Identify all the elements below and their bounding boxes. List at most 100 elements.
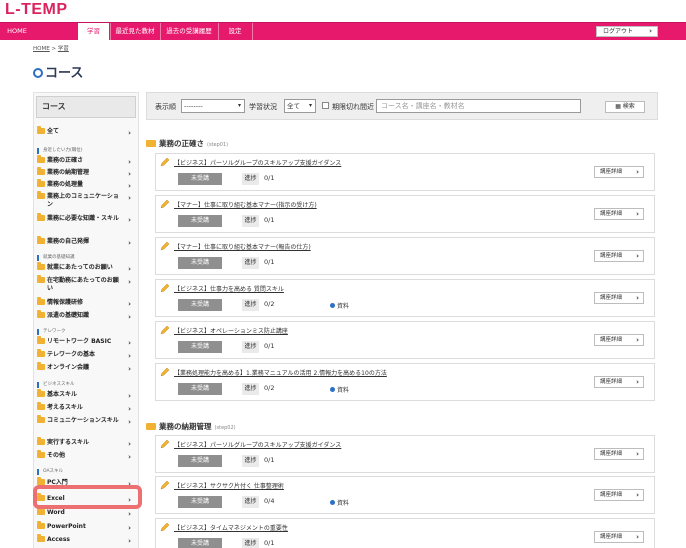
chevron-right-icon: › (128, 170, 131, 178)
material-link[interactable]: 資料 (330, 301, 349, 310)
status-label: 学習状況 (249, 103, 277, 111)
course-title-link[interactable]: 【マナー】仕事に取り組む基本マナー(指示の受け方) (174, 200, 317, 209)
folder-icon (37, 507, 45, 515)
sidebar-item[interactable]: 実行するスキル › (37, 437, 137, 448)
sidebar-item[interactable]: 在宅勤務にあたってのお願い › (37, 275, 137, 293)
chevron-right-icon: › (128, 129, 131, 137)
sidebar-item[interactable]: コミュニケーションスキル › (37, 415, 137, 426)
sidebar-item[interactable]: Access › (37, 534, 137, 545)
sidebar-item[interactable]: 情報保護研修 › (37, 297, 137, 308)
sidebar-item[interactable]: 業務の納期管理 › (37, 167, 137, 178)
course-row: 【ビジネス】サクサク片付く 仕事整理術 未受講 進捗 0/4 資料 講座詳細 › (155, 476, 655, 514)
chevron-right-icon: › (128, 418, 131, 426)
search-input[interactable]: コース名・講座名・教材名 (376, 99, 581, 113)
folder-icon (37, 521, 45, 529)
pencil-icon (160, 367, 170, 377)
sidebar-item-label: 実行するスキル (47, 439, 90, 446)
progress-value: 0/1 (264, 216, 275, 224)
status-badge: 未受講 (178, 496, 222, 508)
material-label: 資料 (337, 500, 350, 507)
folder-icon (37, 275, 45, 283)
course-title-link[interactable]: 【マナー】仕事に取り組む基本マナー(報告の仕方) (174, 242, 311, 251)
sidebar-item[interactable]: 業務に必要な知識・スキル › (37, 213, 137, 224)
chevron-right-icon: › (636, 294, 639, 302)
chevron-right-icon: › (128, 278, 131, 286)
sidebar-item-all[interactable]: 全て › (37, 126, 137, 137)
breadcrumb-home[interactable]: HOME (33, 46, 50, 52)
course-title-link[interactable]: 【ビジネス】仕事力を高める 質問スキル (174, 284, 284, 293)
chevron-right-icon: › (636, 491, 639, 499)
search-button[interactable]: ▦ 検索 (605, 101, 645, 113)
chevron-right-icon: › (128, 194, 131, 202)
sidebar-item[interactable]: 業務の正確さ › (37, 155, 137, 166)
chevron-right-icon: › (636, 450, 639, 458)
course-detail-button[interactable]: 講座詳細 › (594, 292, 644, 304)
status-badge: 未受講 (178, 341, 222, 353)
progress-label: 進捗 (242, 455, 259, 467)
sidebar-item[interactable]: 業務の処理量 › (37, 179, 137, 190)
breadcrumb: HOME > 学習 (33, 44, 69, 52)
nav-study[interactable]: 学習 (77, 23, 109, 40)
sidebar-item-label: Access (47, 536, 70, 543)
sidebar-item[interactable]: 基本スキル › (37, 389, 137, 400)
material-link[interactable]: 資料 (330, 385, 349, 394)
course-detail-button[interactable]: 講座詳細 › (594, 376, 644, 388)
course-title-link[interactable]: 【業務処理能力を高める】1.業務マニュアルの活用 2.情報力を高める10の方法 (174, 368, 387, 377)
sidebar-item[interactable]: その他 › (37, 450, 137, 461)
sidebar-item[interactable]: リモートワーク BASIC › (37, 336, 137, 347)
chevron-right-icon: › (649, 27, 652, 35)
material-label: 資料 (337, 387, 350, 394)
sidebar-item-label: 在宅勤務にあたってのお願い (47, 277, 119, 292)
sidebar-item[interactable]: 派遣の基礎知識 › (37, 310, 137, 321)
sidebar-item-label: 派遣の基礎知識 (47, 312, 90, 319)
logout-button[interactable]: ログアウト › (596, 26, 658, 37)
course-detail-button[interactable]: 講座詳細 › (594, 250, 644, 262)
status-select[interactable]: 全て ▾ (284, 99, 316, 113)
deadline-checkbox[interactable] (322, 102, 329, 109)
material-label: 資料 (337, 303, 350, 310)
sidebar-item[interactable]: Word › (37, 507, 137, 518)
detail-label: 講座詳細 (600, 295, 623, 301)
course-row: 【ビジネス】タイムマネジメントの重要性 未受講 進捗 0/1 講座詳細 › (155, 518, 655, 548)
sidebar-item[interactable]: オンライン会議 › (37, 362, 137, 373)
course-detail-button[interactable]: 講座詳細 › (594, 334, 644, 346)
course-title-link[interactable]: 【ビジネス】パーソルグループのスキルアップ支援ガイダンス (174, 440, 341, 449)
course-title-link[interactable]: 【ビジネス】パーソルグループのスキルアップ支援ガイダンス (174, 158, 341, 167)
course-title-link[interactable]: 【ビジネス】オペレーションミス防止講座 (174, 326, 288, 335)
sidebar-item[interactable]: テレワークの基本 › (37, 349, 137, 360)
sidebar-item-label: 業務の正確さ (47, 157, 84, 164)
sidebar-item-label: 業務上のコミュニケーション (47, 193, 119, 208)
chevron-right-icon: › (128, 352, 131, 360)
circle-icon (33, 68, 43, 78)
nav-recent[interactable]: 最近見た教材 (111, 23, 159, 40)
status-badge: 未受講 (178, 455, 222, 467)
course-detail-button[interactable]: 講座詳細 › (594, 448, 644, 460)
sidebar-item[interactable]: 考えるスキル › (37, 402, 137, 413)
folder-icon (37, 349, 45, 357)
pencil-icon (160, 241, 170, 251)
nav-settings[interactable]: 設定 (219, 23, 251, 40)
sidebar-item[interactable]: PowerPoint › (37, 521, 137, 532)
sort-select[interactable]: -------- ▾ (181, 99, 245, 113)
status-badge: 未受講 (178, 173, 222, 185)
nav-history[interactable]: 過去の受講履歴 (161, 23, 217, 40)
chevron-right-icon: › (636, 533, 639, 541)
course-detail-button[interactable]: 講座詳細 › (594, 531, 644, 543)
material-link[interactable]: 資料 (330, 498, 349, 507)
breadcrumb-current[interactable]: 学習 (58, 46, 69, 52)
course-detail-button[interactable]: 講座詳細 › (594, 208, 644, 220)
sidebar-item[interactable]: 業務の自己発揮 › (37, 236, 137, 247)
sidebar-item[interactable]: 業務上のコミュニケーション › (37, 191, 137, 209)
pencil-icon (160, 325, 170, 335)
course-title-link[interactable]: 【ビジネス】サクサク片付く 仕事整理術 (174, 481, 284, 490)
chevron-right-icon: › (636, 336, 639, 344)
chevron-right-icon: › (128, 239, 131, 247)
course-detail-button[interactable]: 講座詳細 › (594, 166, 644, 178)
progress-value: 0/1 (264, 258, 275, 266)
course-title-link[interactable]: 【ビジネス】タイムマネジメントの重要性 (174, 523, 288, 532)
logout-label: ログアウト (603, 28, 634, 35)
course-detail-button[interactable]: 講座詳細 › (594, 489, 644, 501)
sidebar-item[interactable]: 就業にあたってのお願い › (37, 262, 137, 273)
chevron-right-icon: › (128, 216, 131, 224)
nav-home[interactable]: HOME (0, 23, 34, 40)
